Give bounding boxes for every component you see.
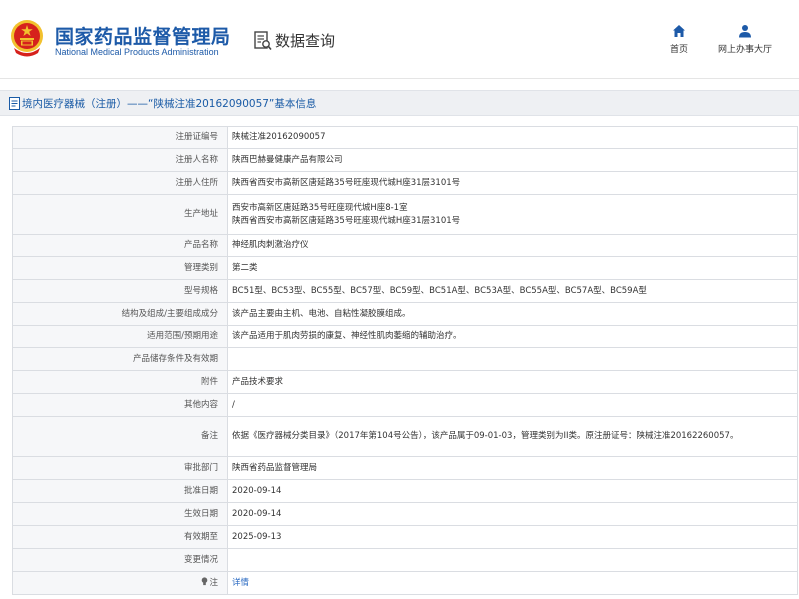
home-icon xyxy=(673,25,685,37)
row-label: 产品名称 xyxy=(12,234,228,257)
row-label: 批准日期 xyxy=(12,479,228,503)
row-value: 2020-09-14 xyxy=(227,502,798,526)
data-query-title: 数据查询 xyxy=(275,32,336,50)
data-query-icon xyxy=(254,31,272,51)
table-row: 其他内容 / xyxy=(12,393,798,417)
row-value: 详情 xyxy=(227,571,798,595)
row-label: 注册人住所 xyxy=(12,171,228,195)
row-value: 2020-09-14 xyxy=(227,479,798,503)
row-label: 其他内容 xyxy=(12,393,228,417)
production-address-line: 陕西省西安市高新区唐延路35号旺座现代城H座31层3101号 xyxy=(232,215,461,226)
national-emblem-icon xyxy=(11,20,43,57)
row-value xyxy=(227,347,798,371)
site-logo-title: 国家药品监督管理局 xyxy=(55,26,231,48)
row-value xyxy=(227,548,798,572)
row-label: 适用范围/预期用途 xyxy=(12,325,228,348)
document-icon xyxy=(9,97,20,110)
site-logo-subtitle: National Medical Products Administration xyxy=(55,47,219,57)
table-row: 注册证编号 陕械注准20162090057 xyxy=(12,126,798,149)
page-title: 境内医疗器械（注册）——“陕械注准20162090057”基本信息 xyxy=(22,98,317,110)
table-row: 注 详情 xyxy=(12,571,798,595)
table-row: 注册人住所 陕西省西安市高新区唐延路35号旺座现代城H座31层3101号 xyxy=(12,171,798,195)
row-value: 产品技术要求 xyxy=(227,370,798,394)
row-label: 注册证编号 xyxy=(12,126,228,149)
row-label: 变更情况 xyxy=(12,548,228,572)
row-value: 陕械注准20162090057 xyxy=(227,126,798,149)
nav-home-link[interactable]: 首页 xyxy=(664,24,694,55)
table-row: 适用范围/预期用途 该产品适用于肌肉劳损的康复、神经性肌肉萎缩的辅助治疗。 xyxy=(12,325,798,348)
production-address-line: 西安市高新区唐延路35号旺座现代城H座8-1室 xyxy=(232,202,408,213)
table-row: 备注 依据《医疗器械分类目录》（2017年第104号公告），该产品属于09-01… xyxy=(12,416,798,457)
row-value: 依据《医疗器械分类目录》（2017年第104号公告），该产品属于09-01-03… xyxy=(227,416,798,457)
table-row: 生产地址 西安市高新区唐延路35号旺座现代城H座8-1室 陕西省西安市高新区唐延… xyxy=(12,194,798,235)
row-label: 型号规格 xyxy=(12,279,228,303)
table-row: 批准日期 2020-09-14 xyxy=(12,479,798,503)
row-label: 管理类别 xyxy=(12,256,228,280)
lightbulb-icon xyxy=(202,576,208,585)
table-row: 有效期至 2025-09-13 xyxy=(12,525,798,549)
table-row: 注册人名称 陕西巴赫曼健康产品有限公司 xyxy=(12,148,798,172)
row-value: 该产品主要由主机、电池、自粘性凝胶膜组成。 xyxy=(227,302,798,326)
row-label: 注册人名称 xyxy=(12,148,228,172)
row-value: 陕西省西安市高新区唐延路35号旺座现代城H座31层3101号 xyxy=(227,171,798,195)
table-row: 生效日期 2020-09-14 xyxy=(12,502,798,526)
device-info-table: 注册证编号 陕械注准20162090057 注册人名称 陕西巴赫曼健康产品有限公… xyxy=(12,126,798,595)
row-label: 有效期至 xyxy=(12,525,228,549)
row-value: 陕西省药品监督管理局 xyxy=(227,456,798,480)
table-row: 结构及组成/主要组成成分 该产品主要由主机、电池、自粘性凝胶膜组成。 xyxy=(12,302,798,326)
row-value: 第二类 xyxy=(227,256,798,280)
table-row: 型号规格 BC51型、BC53型、BC55型、BC57型、BC59型、BC51A… xyxy=(12,279,798,303)
row-value: / xyxy=(227,393,798,417)
row-label: 注 xyxy=(12,571,228,595)
details-link[interactable]: 详情 xyxy=(232,578,249,588)
nav-online-office-label: 网上办事大厅 xyxy=(717,45,772,55)
table-row: 审批部门 陕西省药品监督管理局 xyxy=(12,456,798,480)
header-divider xyxy=(0,78,799,79)
table-row: 管理类别 第二类 xyxy=(12,256,798,280)
row-value: 2025-09-13 xyxy=(227,525,798,549)
row-value: 陕西巴赫曼健康产品有限公司 xyxy=(227,148,798,172)
row-label: 审批部门 xyxy=(12,456,228,480)
table-row: 产品名称 神经肌肉刺激治疗仪 xyxy=(12,234,798,257)
table-row: 变更情况 xyxy=(12,548,798,572)
row-label: 结构及组成/主要组成成分 xyxy=(12,302,228,326)
row-value: BC51型、BC53型、BC55型、BC57型、BC59型、BC51A型、BC5… xyxy=(227,279,798,303)
note-label: 注 xyxy=(209,577,218,588)
row-label: 备注 xyxy=(12,416,228,457)
row-label: 生产地址 xyxy=(12,194,228,235)
row-value: 该产品适用于肌肉劳损的康复、神经性肌肉萎缩的辅助治疗。 xyxy=(227,325,798,348)
table-row: 附件 产品技术要求 xyxy=(12,370,798,394)
record-title-bar: 境内医疗器械（注册）——“陕械注准20162090057”基本信息 xyxy=(0,90,799,116)
nav-home-label: 首页 xyxy=(669,45,688,55)
site-header: 国家药品监督管理局 National Medical Products Admi… xyxy=(0,0,799,78)
table-row: 产品储存条件及有效期 xyxy=(12,347,798,371)
row-value: 西安市高新区唐延路35号旺座现代城H座8-1室 陕西省西安市高新区唐延路35号旺… xyxy=(227,194,798,235)
row-label: 产品储存条件及有效期 xyxy=(12,347,228,371)
user-icon xyxy=(739,25,751,38)
row-label: 生效日期 xyxy=(12,502,228,526)
row-value: 神经肌肉刺激治疗仪 xyxy=(227,234,798,257)
row-label: 附件 xyxy=(12,370,228,394)
nav-online-office-link[interactable]: 网上办事大厅 xyxy=(712,24,778,55)
